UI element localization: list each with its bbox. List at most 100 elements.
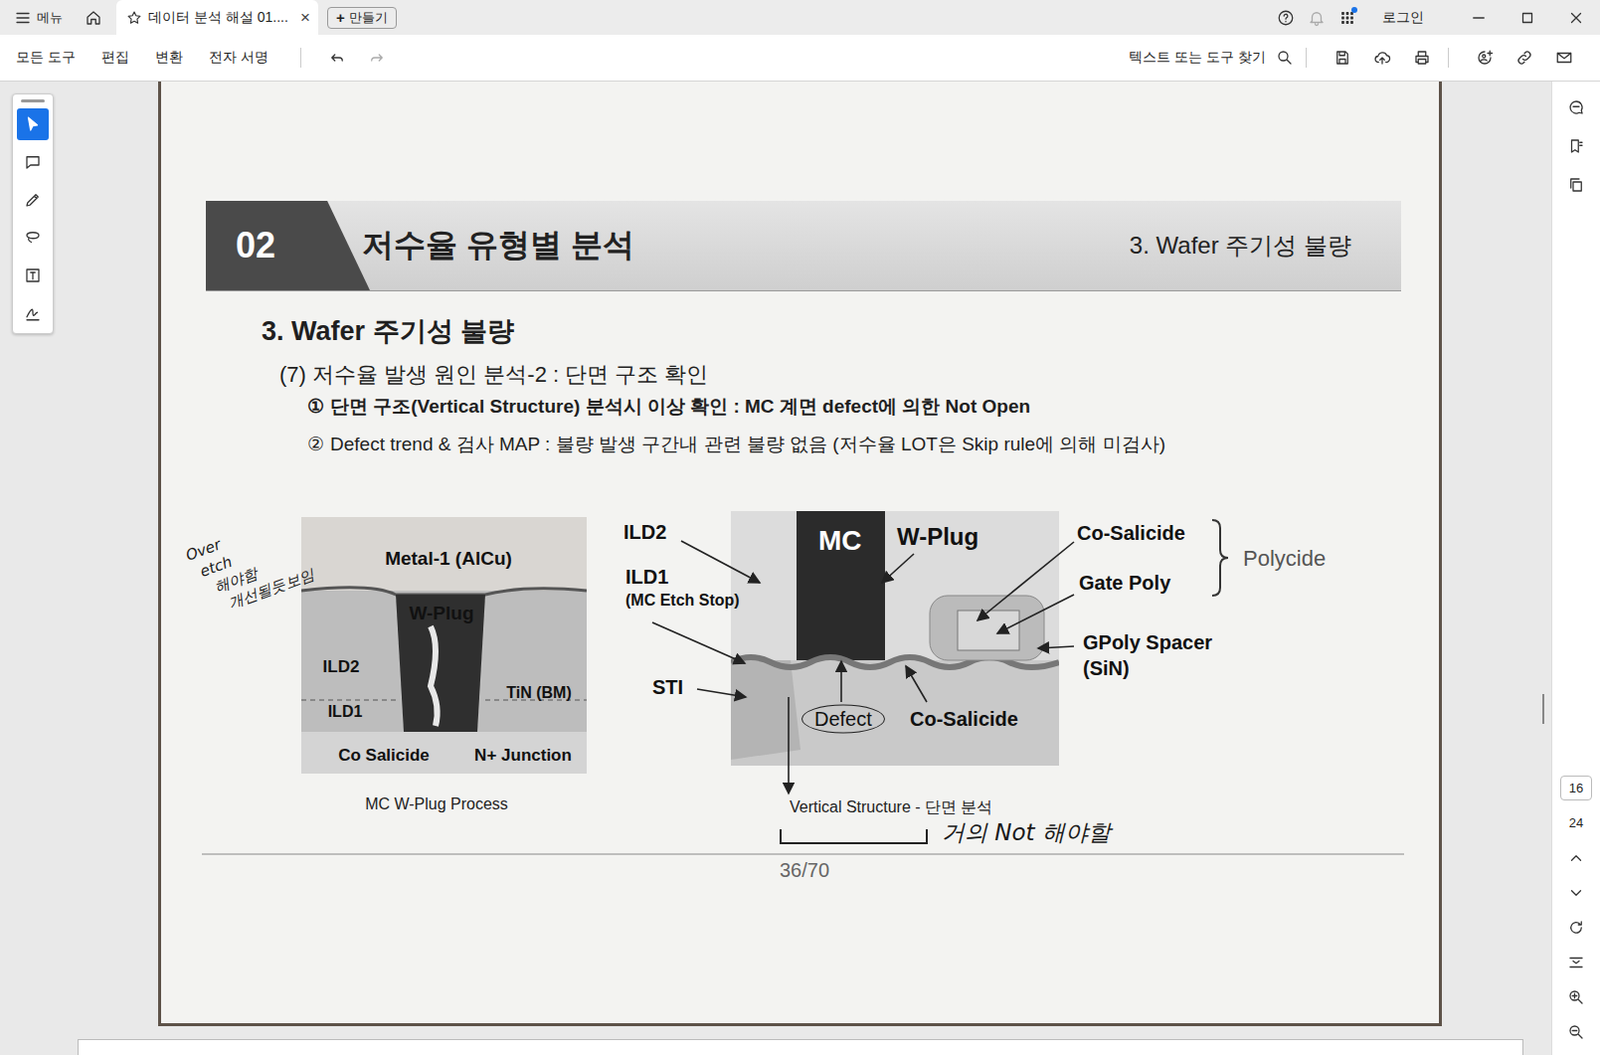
textsel-icon[interactable]: [23, 266, 42, 285]
lasso-icon[interactable]: [23, 228, 42, 247]
image-label: Co Salicide: [338, 745, 430, 766]
select-tool[interactable]: [16, 108, 49, 141]
close-button[interactable]: [1551, 8, 1600, 27]
printer-icon[interactable]: [1413, 48, 1431, 67]
previous-page-button[interactable]: [1552, 840, 1600, 876]
document-tab[interactable]: 데이터 분석 해설 01.... ×: [116, 0, 319, 35]
zoom-out-icon[interactable]: [1567, 1023, 1586, 1042]
redo-button[interactable]: [356, 48, 397, 67]
maximize-icon[interactable]: [1518, 8, 1537, 27]
zoom-in-button[interactable]: [1552, 979, 1600, 1015]
image-label: Metal-1 (AlCu): [384, 547, 513, 570]
figure-area: Metal-1 (AlCu)W-PlugILD2TiN (BM)ILD1Co S…: [161, 497, 1439, 895]
save-button[interactable]: [1322, 48, 1363, 67]
login-button[interactable]: 로그인: [1382, 8, 1424, 27]
fit-page-icon[interactable]: [1567, 953, 1586, 972]
undo-icon[interactable]: [328, 48, 347, 67]
scrollbar-thumb[interactable]: [1542, 694, 1545, 724]
bookmark-icon[interactable]: [1567, 137, 1586, 156]
new-tab-label[interactable]: 만들기: [349, 8, 388, 27]
pages-icon[interactable]: [1567, 176, 1586, 194]
bullet-marker: ①: [307, 387, 325, 426]
sign-icon[interactable]: [23, 304, 42, 323]
comment-icon[interactable]: [1567, 98, 1586, 117]
sign-tool[interactable]: [16, 297, 49, 330]
next-page-button[interactable]: [1552, 875, 1600, 910]
star-icon[interactable]: [126, 9, 143, 26]
section-subtitle: 3. Wafer 주기성 불량: [1129, 229, 1402, 262]
diagram-label: Co-Salicide: [909, 708, 1019, 731]
plus-icon[interactable]: +: [336, 8, 346, 26]
pointer-icon[interactable]: [23, 115, 42, 134]
rotate-button[interactable]: [1552, 909, 1600, 945]
apps-button[interactable]: [1331, 8, 1363, 27]
pages-panel-button[interactable]: [1567, 176, 1586, 194]
right-panel: 16 24: [1551, 81, 1600, 1055]
toolbar-item[interactable]: 모든 도구: [15, 48, 76, 67]
diagram-label: W-Plug: [896, 523, 979, 551]
document-page: 02 저수율 유형별 분석 3. Wafer 주기성 불량 3. Wafer 주…: [158, 81, 1442, 1027]
toolbar-item[interactable]: 변환: [155, 48, 183, 67]
bookmarks-panel-button[interactable]: [1567, 137, 1586, 156]
lasso-tool[interactable]: [16, 221, 49, 254]
mail-icon[interactable]: [1555, 48, 1574, 67]
figure-caption: MC W-Plug Process: [364, 795, 509, 814]
zoom-in-icon[interactable]: [1567, 988, 1586, 1007]
new-tab-button[interactable]: + 만들기: [327, 6, 397, 29]
email-button[interactable]: [1544, 48, 1585, 67]
bell-icon[interactable]: [1307, 8, 1326, 27]
comment-tool[interactable]: [16, 146, 49, 178]
maximize-button[interactable]: [1502, 8, 1552, 27]
diagram-label: GPoly Spacer: [1082, 631, 1213, 655]
menu-label[interactable]: 메뉴: [36, 8, 63, 27]
help-button[interactable]: [1269, 8, 1301, 27]
image-label: W-Plug: [408, 602, 474, 625]
search-field[interactable]: 텍스트 또는 도구 찾기: [1128, 48, 1294, 67]
chevron-up-icon[interactable]: [1567, 849, 1586, 868]
search-icon[interactable]: [1275, 48, 1294, 67]
upload-button[interactable]: [1362, 48, 1403, 67]
rotate-icon[interactable]: [1567, 918, 1586, 937]
minimize-icon[interactable]: [1469, 8, 1488, 27]
current-page-field[interactable]: 16: [1560, 775, 1593, 801]
menu-button[interactable]: 메뉴: [13, 8, 63, 27]
page-number: 36/70: [779, 859, 830, 883]
diagram-label: ILD1: [625, 565, 669, 589]
document-canvas[interactable]: 02 저수율 유형별 분석 3. Wafer 주기성 불량 3. Wafer 주…: [0, 81, 1552, 1055]
image-label: N+ Junction: [474, 745, 572, 766]
add-user-icon[interactable]: [1475, 48, 1494, 67]
minimize-button[interactable]: [1453, 8, 1503, 27]
redo-icon[interactable]: [367, 48, 386, 67]
help-icon[interactable]: [1276, 8, 1295, 27]
draw-tool[interactable]: [16, 183, 49, 216]
tool-palette: [11, 93, 54, 335]
toolbar-item[interactable]: 전자 서명: [208, 48, 269, 67]
toolbar-item[interactable]: 편집: [101, 48, 130, 67]
notification-button[interactable]: [1300, 8, 1332, 27]
diagram-label: Defect: [801, 705, 886, 734]
home-button[interactable]: [84, 8, 103, 27]
pen-icon[interactable]: [23, 190, 42, 209]
tab-close-button[interactable]: ×: [300, 7, 311, 28]
comments-panel-button[interactable]: [1567, 98, 1586, 117]
close-icon[interactable]: [1567, 8, 1586, 27]
menu-icon[interactable]: [13, 8, 32, 27]
tab-label[interactable]: 데이터 분석 해설 01....: [148, 8, 295, 27]
fit-page-button[interactable]: [1552, 944, 1600, 980]
undo-button[interactable]: [317, 48, 357, 67]
text-select-tool[interactable]: [16, 259, 49, 292]
save-icon[interactable]: [1333, 48, 1352, 67]
palette-grip[interactable]: [20, 99, 45, 103]
search-placeholder[interactable]: 텍스트 또는 도구 찾기: [1128, 48, 1266, 67]
link-button[interactable]: [1504, 48, 1545, 67]
chevron-down-icon[interactable]: [1567, 884, 1586, 902]
link-icon[interactable]: [1515, 48, 1534, 67]
home-icon[interactable]: [84, 8, 103, 27]
share-button[interactable]: [1464, 48, 1505, 67]
zoom-out-button[interactable]: [1552, 1014, 1600, 1050]
comment-icon[interactable]: [23, 153, 42, 172]
diagram-label: Co-Salicide: [1076, 522, 1186, 545]
cloud-upload-icon[interactable]: [1373, 48, 1392, 67]
print-button[interactable]: [1402, 48, 1442, 67]
section-header: 02 저수율 유형별 분석 3. Wafer 주기성 불량: [205, 200, 1402, 292]
